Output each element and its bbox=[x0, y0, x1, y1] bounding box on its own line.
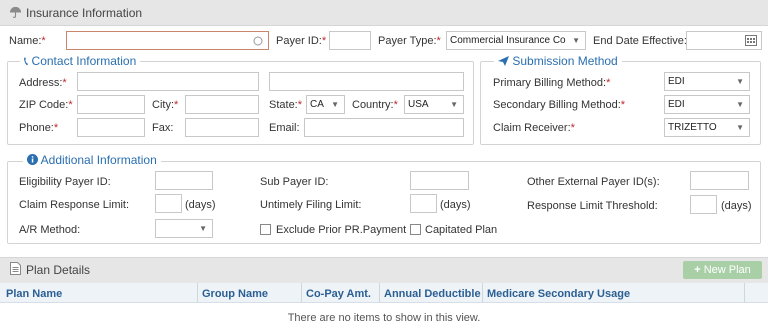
state-label: State:* bbox=[269, 99, 303, 111]
column-header-annual-deductible[interactable]: Annual Deductible bbox=[384, 288, 481, 300]
response-limit-threshold-label: Response Limit Threshold: bbox=[527, 200, 658, 212]
ar-method-select[interactable]: ▼ bbox=[155, 219, 213, 238]
column-divider bbox=[744, 283, 745, 303]
untimely-filing-limit-input[interactable] bbox=[410, 194, 437, 213]
eligibility-payer-id-input[interactable] bbox=[155, 171, 213, 190]
email-label: Email: bbox=[269, 122, 300, 134]
eligibility-payer-id-label: Eligibility Payer ID: bbox=[19, 176, 111, 188]
chevron-down-icon: ▼ bbox=[331, 100, 339, 109]
payer-type-label: Payer Type:* bbox=[378, 35, 441, 47]
phone-label: Phone:* bbox=[19, 122, 59, 134]
end-date-label: End Date Effective: bbox=[593, 35, 687, 47]
document-icon bbox=[10, 262, 21, 275]
clear-circle-icon[interactable] bbox=[253, 36, 263, 46]
chevron-down-icon: ▼ bbox=[572, 36, 580, 45]
calendar-icon[interactable] bbox=[745, 35, 757, 46]
days-label: (days) bbox=[440, 199, 471, 211]
name-input[interactable] bbox=[66, 31, 269, 50]
ar-method-label: A/R Method: bbox=[19, 224, 81, 236]
state-select[interactable]: CA ▼ bbox=[306, 95, 345, 114]
submission-method-legend: Submission Method bbox=[494, 54, 622, 68]
country-label: Country:* bbox=[352, 99, 398, 111]
capitated-plan-label: Capitated Plan bbox=[425, 224, 498, 236]
zip-code-input[interactable] bbox=[77, 95, 145, 114]
days-label: (days) bbox=[185, 199, 216, 211]
paper-plane-icon bbox=[498, 56, 509, 66]
chevron-down-icon: ▼ bbox=[736, 123, 744, 132]
new-plan-button[interactable]: + New Plan bbox=[683, 261, 762, 279]
secondary-billing-label: Secondary Billing Method:* bbox=[493, 99, 626, 111]
exclude-prior-payment-label: Exclude Prior PR.Payment bbox=[276, 224, 407, 236]
fax-input[interactable] bbox=[185, 118, 259, 137]
column-divider bbox=[301, 283, 302, 303]
column-divider bbox=[379, 283, 380, 303]
city-label: City:* bbox=[152, 99, 179, 111]
address-label: Address:* bbox=[19, 77, 67, 89]
claim-receiver-label: Claim Receiver:* bbox=[493, 122, 575, 134]
chevron-down-icon: ▼ bbox=[736, 100, 744, 109]
column-header-medicare-secondary-usage[interactable]: Medicare Secondary Usage bbox=[487, 288, 630, 300]
phone-input[interactable] bbox=[77, 118, 145, 137]
response-limit-threshold-input[interactable] bbox=[690, 195, 717, 214]
chevron-down-icon: ▼ bbox=[450, 100, 458, 109]
zip-code-label: ZIP Code:* bbox=[19, 99, 73, 111]
column-header-plan-name[interactable]: Plan Name bbox=[6, 288, 62, 300]
empty-table-message: There are no items to show in this view. bbox=[287, 312, 481, 324]
secondary-billing-select[interactable]: EDI ▼ bbox=[664, 95, 750, 114]
country-select[interactable]: USA ▼ bbox=[404, 95, 464, 114]
email-input[interactable] bbox=[304, 118, 464, 137]
exclude-prior-payment-checkbox[interactable] bbox=[260, 224, 271, 235]
days-label: (days) bbox=[721, 200, 752, 212]
chevron-down-icon: ▼ bbox=[736, 77, 744, 86]
info-icon bbox=[27, 154, 38, 165]
capitated-plan-checkbox[interactable] bbox=[410, 224, 421, 235]
sub-payer-id-input[interactable] bbox=[410, 171, 469, 190]
contact-information-legend: 📞︎ Contact Information bbox=[20, 54, 141, 69]
plus-icon: + bbox=[694, 264, 701, 276]
column-divider bbox=[197, 283, 198, 303]
column-divider bbox=[482, 283, 483, 303]
additional-information-legend: Additional Information bbox=[23, 153, 161, 167]
address-line2-input[interactable] bbox=[269, 72, 464, 91]
primary-billing-label: Primary Billing Method:* bbox=[493, 77, 611, 89]
chevron-down-icon: ▼ bbox=[199, 224, 207, 233]
payer-type-select[interactable]: Commercial Insurance Co ▼ bbox=[446, 31, 586, 50]
plan-details-title: Plan Details bbox=[26, 263, 91, 277]
claim-response-limit-input[interactable] bbox=[155, 194, 182, 213]
untimely-filing-limit-label: Untimely Filing Limit: bbox=[260, 199, 362, 211]
name-label: Name:* bbox=[9, 35, 46, 47]
column-header-group-name[interactable]: Group Name bbox=[202, 288, 268, 300]
column-header-copay-amt[interactable]: Co-Pay Amt. bbox=[306, 288, 371, 300]
claim-response-limit-label: Claim Response Limit: bbox=[19, 199, 130, 211]
other-external-payer-label: Other External Payer ID(s): bbox=[527, 176, 660, 188]
payer-id-input[interactable] bbox=[329, 31, 371, 50]
claim-receiver-select[interactable]: TRIZETTO ▼ bbox=[664, 118, 750, 137]
phone-icon: 📞︎ bbox=[24, 54, 29, 68]
end-date-input[interactable] bbox=[686, 31, 762, 50]
page-title: Insurance Information bbox=[26, 6, 143, 20]
plan-details-bar bbox=[0, 257, 768, 283]
fax-label: Fax: bbox=[152, 122, 174, 134]
payer-id-label: Payer ID:* bbox=[276, 35, 327, 47]
sub-payer-id-label: Sub Payer ID: bbox=[260, 176, 329, 188]
city-input[interactable] bbox=[185, 95, 259, 114]
address-line1-input[interactable] bbox=[77, 72, 259, 91]
other-external-payer-input[interactable] bbox=[690, 171, 749, 190]
primary-billing-select[interactable]: EDI ▼ bbox=[664, 72, 750, 91]
umbrella-icon bbox=[9, 6, 22, 18]
